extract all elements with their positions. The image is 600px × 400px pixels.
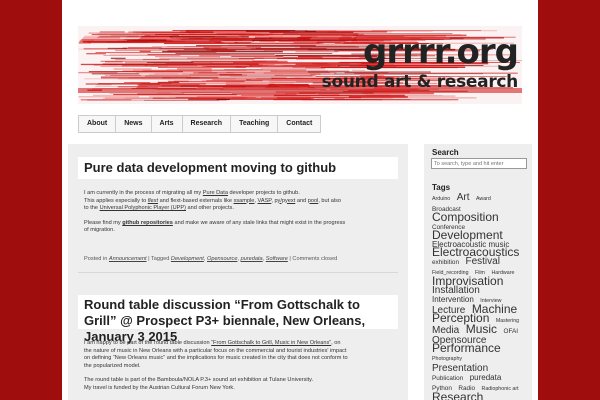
tag-cloud-item[interactable]: Arduino [432,196,450,202]
site-header[interactable]: grrrr.org sound art & research [78,26,522,104]
post-divider [78,272,398,273]
text: , but also [318,197,342,204]
tag-link-puredata[interactable]: puredata [241,256,263,262]
tag-cloud-item[interactable]: puredata [470,373,502,382]
tag-cloud: Arduino Art Award Broadcast Composition … [432,192,524,400]
tag-cloud-item[interactable]: Publication [432,375,463,382]
post-body: I am currently in the process of migrati… [84,190,402,242]
post-title[interactable]: Round table discussion “From Gottschalk … [84,297,392,345]
post-body: I am happy to be part of the round table… [84,340,402,400]
tags-widget-title: Tags [432,183,451,192]
github-repositories-link[interactable]: github repositories [122,220,173,226]
flext-link[interactable]: flext [148,198,158,204]
text: and [295,197,308,204]
search-widget-title: Search [432,148,459,157]
comments-status: | Comments closed [287,256,338,262]
nav-item-arts[interactable]: Arts [151,116,183,132]
tag-cloud-item[interactable]: Research [432,390,483,400]
post-title-box: Round table discussion “From Gottschalk … [78,295,398,344]
site-tagline: sound art & research [321,72,519,92]
text: I am currently in the process of migrati… [84,190,203,196]
xsample-link[interactable]: xsample [234,198,255,204]
text: I am happy to be part of the round table… [84,340,212,346]
tag-cloud-item[interactable]: Art [457,192,470,203]
pool-link[interactable]: pool [308,198,319,204]
tag-cloud-item[interactable]: Award [476,196,491,202]
text: This applies especially to [84,197,148,204]
nav-item-research[interactable]: Research [182,116,232,132]
tag-cloud-item[interactable]: OFAI [504,328,519,335]
main-navigation: About News Arts Research Teaching Contac… [78,115,322,133]
site-title[interactable]: grrrr.org [363,32,519,72]
tag-cloud-item[interactable]: Festival [465,256,499,267]
round-table-link[interactable]: “From Gottschalk to Grill, Music in New … [211,340,331,346]
main-content: Pure data development moving to github I… [68,144,408,400]
text: to the [84,205,100,212]
text: Posted in [84,256,109,262]
text: on defining “New Orleans music” and the … [84,355,348,362]
text: the nature of music in New Orleans with … [84,347,347,354]
tag-cloud-item[interactable]: Performance [432,341,501,355]
text: and other projects. [186,205,234,212]
text: the popularized model. [84,362,141,369]
py-pyext-link[interactable]: py/pyext [274,198,295,204]
tag-cloud-item[interactable]: Music [466,322,497,336]
tag-link-opensource[interactable]: Opensource [207,256,237,262]
tag-link-development[interactable]: Development [171,256,204,262]
text: and make we aware of any stale links tha… [172,219,346,226]
text: and flext-based externals like [158,197,234,204]
text: The round table is part of the Bamboula/… [84,377,314,384]
tag-cloud-item[interactable]: Radiophonic art [482,386,519,392]
post-paragraph: The round table is part of the Bamboula/… [84,377,402,392]
text: Please find my [84,219,123,226]
post-paragraph: I am currently in the process of migrati… [84,190,402,213]
vasp-link[interactable]: VASP [258,198,272,204]
upp-link[interactable]: Universal Polyphonic Player (UPP) [100,205,186,211]
page-container: grrrr.org sound art & research About New… [62,0,538,400]
nav-item-contact[interactable]: Contact [278,116,321,132]
tag-link-software[interactable]: Software [266,256,288,262]
pure-data-link[interactable]: Pure Data [203,190,228,196]
tag-cloud-item[interactable]: Intervention [432,295,474,304]
nav-item-about[interactable]: About [79,116,117,132]
post-title-box: Pure data development moving to github [78,157,398,179]
nav-item-teaching[interactable]: Teaching [231,116,279,132]
tag-cloud-item[interactable]: Composition [432,210,499,224]
post-paragraph: I am happy to be part of the round table… [84,340,402,370]
text: of migration. [84,227,115,234]
text: My travel is funded by the Austrian Cult… [84,384,235,391]
post-title[interactable]: Pure data development moving to github [84,160,392,176]
tag-cloud-item[interactable]: Mastering [496,318,519,324]
nav-item-news[interactable]: News [116,116,152,132]
text: | Tagged [146,256,171,262]
search-input[interactable] [431,158,527,169]
tag-cloud-item[interactable]: exhibition [432,259,459,266]
sidebar: Search Tags Arduino Art Award Broadcast … [424,144,532,400]
text: , on [331,340,341,346]
tag-cloud-item[interactable]: Photography [432,356,462,362]
category-link[interactable]: Announcement [109,256,147,262]
post-meta: Posted in Announcement | Tagged Developm… [84,256,338,262]
post-paragraph: Please find my github repositories and m… [84,220,402,235]
text: developer projects to github. [227,190,300,196]
